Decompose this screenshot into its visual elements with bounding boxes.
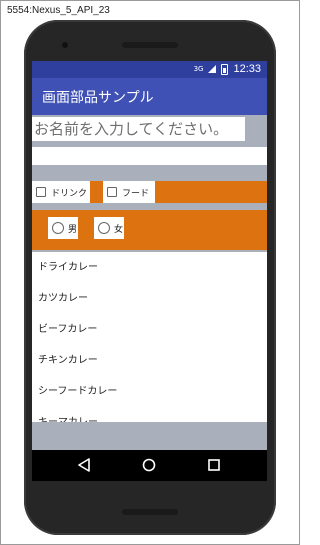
navigation-bar: [32, 450, 267, 481]
list-item[interactable]: キーマカレー: [32, 407, 267, 422]
battery-icon: [221, 63, 229, 75]
radio-male-circle[interactable]: [52, 222, 64, 234]
window-title: 5554:Nexus_5_API_23: [7, 5, 110, 16]
checkbox-food-label: フード: [122, 188, 150, 199]
device-screen: 3G 12:33 画面部品サンプル ドリンク フード 男 女 ドライカレー カツ…: [32, 61, 267, 481]
radio-male-label: 男: [68, 224, 78, 235]
home-icon[interactable]: [142, 458, 156, 472]
list-item[interactable]: ドライカレー: [32, 252, 267, 283]
list-item[interactable]: チキンカレー: [32, 345, 267, 376]
secondary-text-field[interactable]: [32, 147, 267, 165]
radio-female[interactable]: 女: [94, 217, 124, 239]
recents-icon[interactable]: [207, 458, 221, 472]
front-camera: [62, 42, 68, 48]
radio-female-label: 女: [114, 224, 124, 235]
network-type: 3G: [193, 65, 204, 73]
checkbox-drink-label: ドリンク: [51, 188, 88, 199]
bottom-speaker: [122, 509, 178, 515]
list-item[interactable]: ビーフカレー: [32, 314, 267, 345]
radio-female-circle[interactable]: [98, 222, 110, 234]
list-item[interactable]: シーフードカレー: [32, 376, 267, 407]
back-icon[interactable]: [77, 458, 91, 472]
checkbox-food-box[interactable]: [107, 187, 117, 197]
signal-icon: [208, 65, 217, 73]
status-bar: 3G 12:33: [32, 61, 267, 78]
menu-list[interactable]: ドライカレー カツカレー ビーフカレー チキンカレー シーフードカレー キーマカ…: [32, 252, 267, 422]
name-input[interactable]: [32, 117, 245, 141]
app-title: 画面部品サンプル: [42, 90, 154, 106]
earpiece-speaker: [122, 42, 178, 48]
checkbox-food[interactable]: フード: [103, 181, 155, 203]
checkbox-drink[interactable]: ドリンク: [32, 181, 90, 203]
status-time: 12:33: [233, 63, 261, 75]
radio-male[interactable]: 男: [48, 217, 78, 239]
checkbox-drink-box[interactable]: [36, 187, 46, 197]
app-bar: 画面部品サンプル: [32, 78, 267, 115]
list-item[interactable]: カツカレー: [32, 283, 267, 314]
